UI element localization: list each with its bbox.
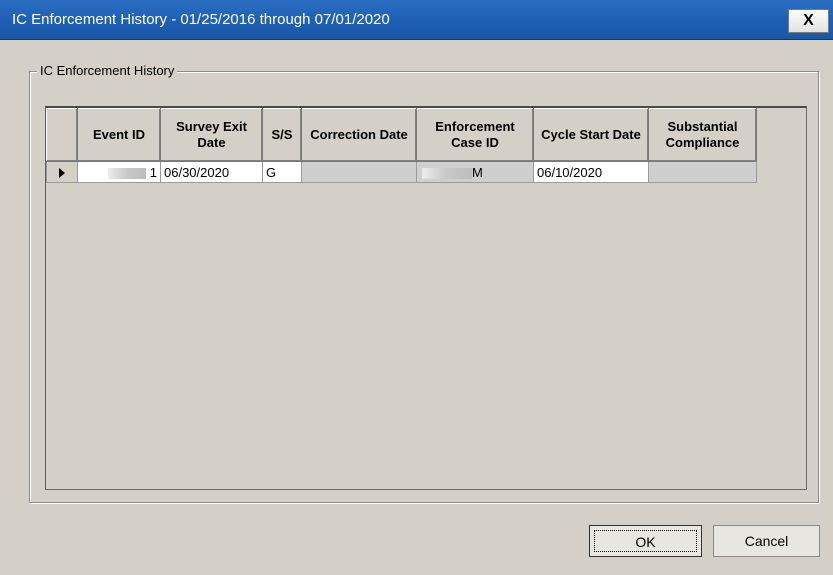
column-header-cycle-start-date[interactable]: Cycle Start Date (533, 108, 649, 162)
current-row-arrow-icon (59, 168, 65, 179)
redacted-block (422, 167, 472, 179)
row-selector[interactable] (46, 161, 78, 183)
column-header-ss[interactable]: S/S (262, 108, 302, 162)
group-label: IC Enforcement History (37, 63, 178, 78)
cell-ss[interactable]: G (262, 161, 302, 183)
window-title: IC Enforcement History - 01/25/2016 thro… (12, 11, 390, 28)
cell-substantial-compliance[interactable] (648, 161, 757, 183)
redacted-block (108, 167, 147, 179)
column-header-enforcement-case-id[interactable]: Enforcement Case ID (416, 108, 534, 162)
event-id-value: 1 (149, 164, 157, 180)
cell-cycle-start-date[interactable]: 06/10/2020 (533, 161, 649, 183)
column-header-substantial-compliance[interactable]: Substantial Compliance (648, 108, 757, 162)
cell-survey-exit-date[interactable]: 06/30/2020 (160, 161, 263, 183)
enforcement-case-id-value: M (472, 164, 483, 180)
close-button[interactable]: X (788, 9, 829, 33)
close-icon: X (803, 12, 814, 29)
cell-enforcement-case-id[interactable]: M (416, 161, 534, 183)
cell-event-id[interactable]: 1 (77, 161, 161, 183)
ok-button-label: OK (594, 530, 697, 552)
grid-header-row: Event ID Survey Exit Date S/S Correction… (46, 108, 757, 162)
column-header-survey-exit-date[interactable]: Survey Exit Date (160, 108, 263, 162)
grid-table: Event ID Survey Exit Date S/S Correction… (46, 108, 757, 183)
ok-button[interactable]: OK (589, 525, 702, 557)
title-bar[interactable]: IC Enforcement History - 01/25/2016 thro… (0, 0, 833, 40)
cell-correction-date[interactable] (301, 161, 417, 183)
table-row[interactable]: 1 06/30/2020 G M 06/10/2020 (46, 161, 757, 183)
column-header-correction-date[interactable]: Correction Date (301, 108, 417, 162)
enforcement-history-grid[interactable]: Event ID Survey Exit Date S/S Correction… (45, 106, 807, 490)
cancel-button[interactable]: Cancel (713, 525, 820, 557)
row-selector-header (46, 108, 78, 162)
column-header-event-id[interactable]: Event ID (77, 108, 161, 162)
